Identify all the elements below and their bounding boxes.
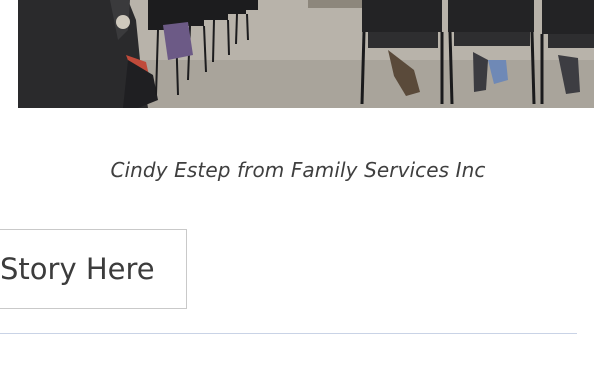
story-button-label: Story Here [0,252,155,286]
story-button[interactable]: Story Here [0,229,187,309]
photo-caption: Cindy Estep from Family Services Inc [110,158,486,182]
event-photo [18,0,594,108]
section-divider [0,333,577,334]
